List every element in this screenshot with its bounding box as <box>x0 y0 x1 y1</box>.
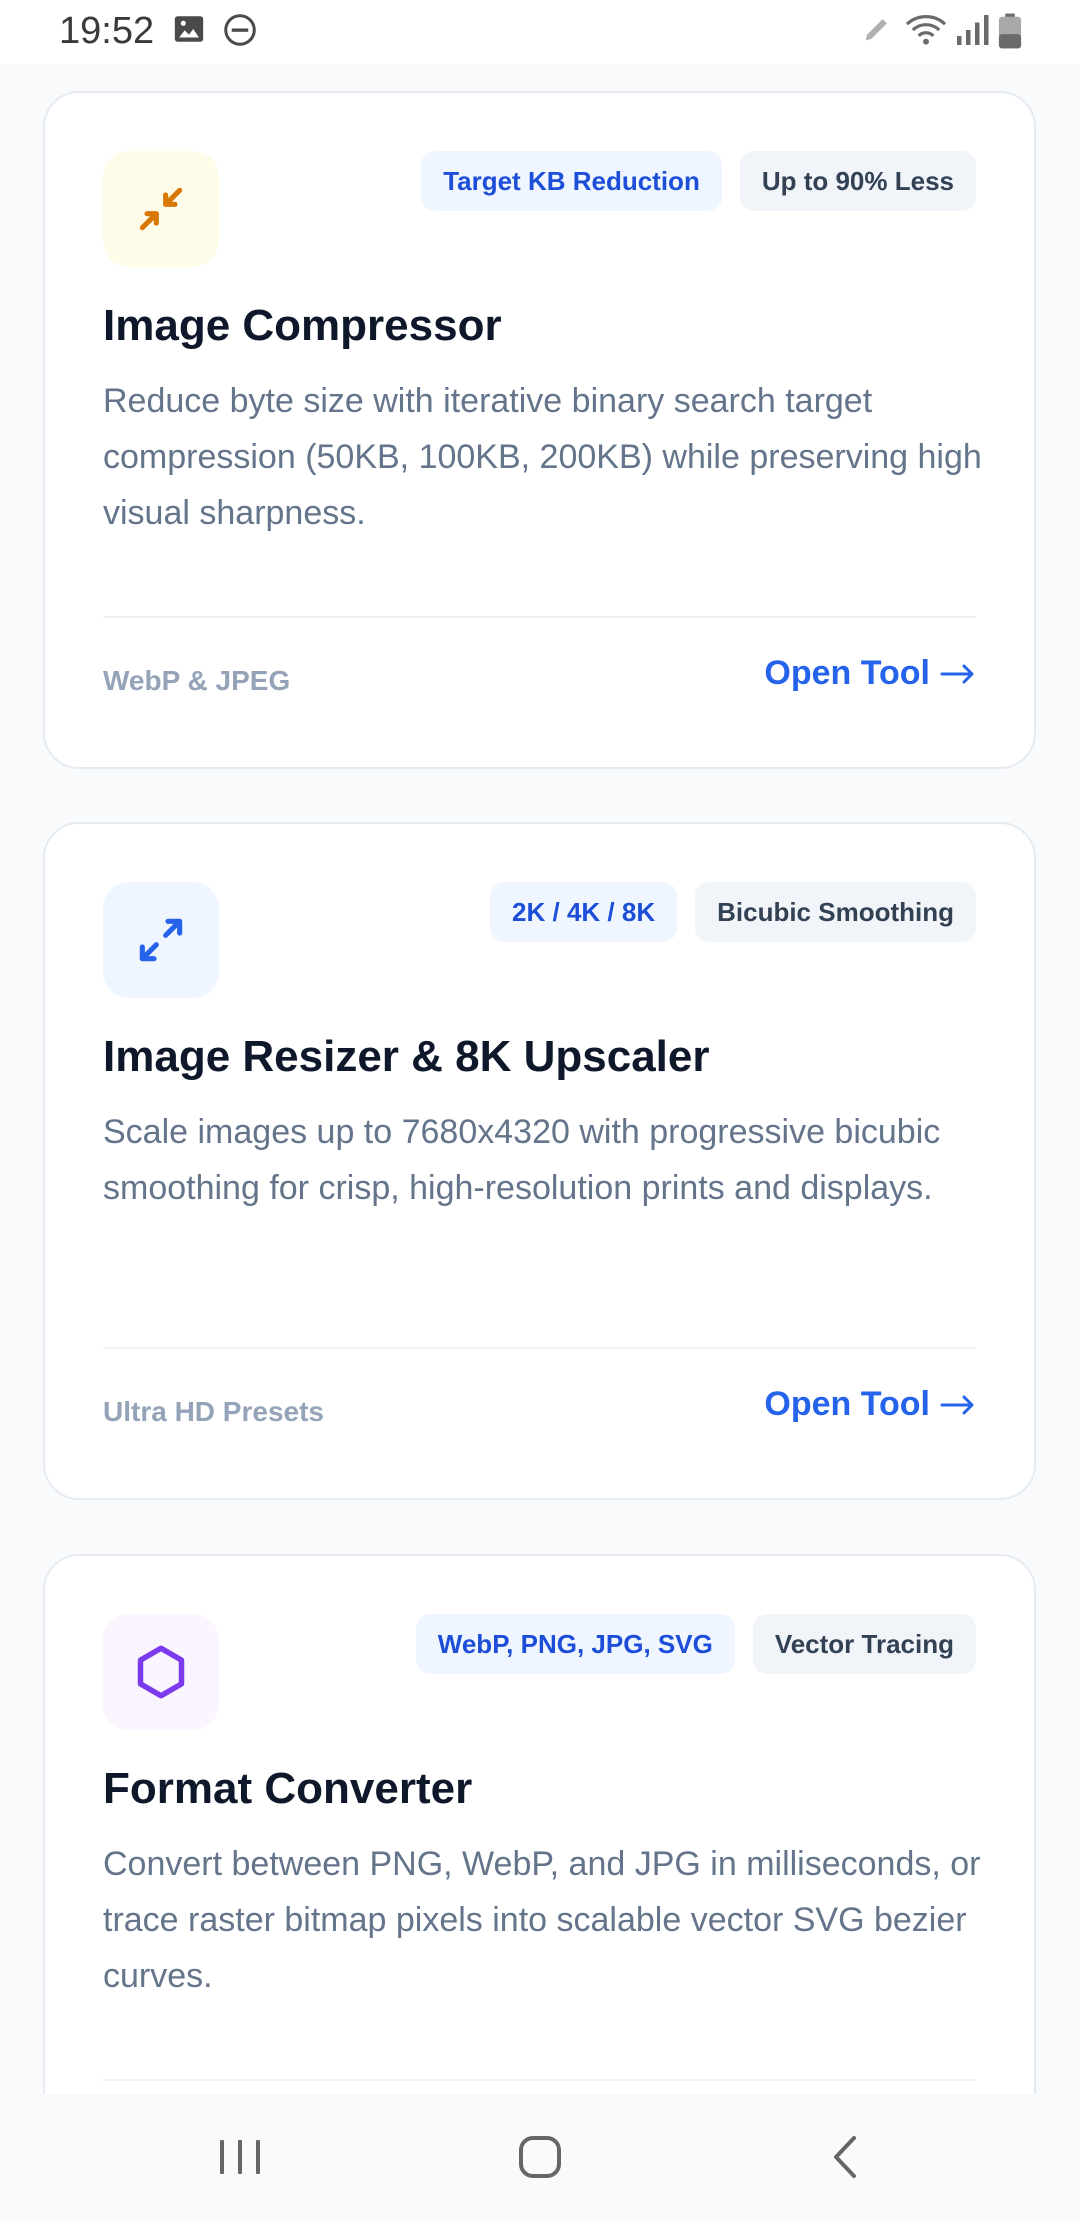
open-tool-label: Open Tool <box>764 654 930 692</box>
back-icon[interactable] <box>816 2132 876 2187</box>
wifi-icon <box>904 12 948 53</box>
card-icon-tile <box>103 1614 219 1730</box>
tag-badge: 2K / 4K / 8K <box>490 882 678 942</box>
do-not-disturb-icon <box>222 12 258 53</box>
tool-card-image-compressor[interactable]: Target KB Reduction Up to 90% Less Image… <box>43 91 1036 769</box>
arrow-right-icon <box>940 1395 974 1414</box>
status-time: 19:52 <box>59 10 155 52</box>
tool-card-image-resizer[interactable]: 2K / 4K / 8K Bicubic Smoothing Image Res… <box>43 822 1036 1500</box>
card-tags: 2K / 4K / 8K Bicubic Smoothing <box>490 882 976 942</box>
signal-icon <box>954 12 990 53</box>
card-footer-label: Ultra HD Presets <box>103 1396 324 1427</box>
card-description: Convert between PNG, WebP, and JPG in mi… <box>103 1845 981 1995</box>
open-tool-link[interactable]: Open Tool <box>764 654 976 693</box>
tool-card-format-converter[interactable]: WebP, PNG, JPG, SVG Vector Tracing Forma… <box>43 1554 1036 2094</box>
card-icon-tile <box>103 882 219 998</box>
hexagon-icon <box>137 1645 185 1699</box>
card-divider <box>103 2079 976 2081</box>
screen: 19:52 Target KB Reduction Up to 90% Less… <box>0 0 1080 2220</box>
image-icon <box>172 12 206 51</box>
status-bar: 19:52 <box>0 0 1080 64</box>
card-title: Image Resizer & 8K Upscaler <box>103 1032 710 1081</box>
tag-badge: Target KB Reduction <box>421 151 722 211</box>
navigation-bar <box>0 2094 1080 2220</box>
card-description: Reduce byte size with iterative binary s… <box>103 382 982 532</box>
tag-badge: Bicubic Smoothing <box>695 882 976 942</box>
home-icon[interactable] <box>510 2132 570 2187</box>
expand-arrows-icon <box>139 918 183 962</box>
tag-badge: WebP, PNG, JPG, SVG <box>415 1614 735 1674</box>
card-divider <box>103 616 976 618</box>
card-description: Scale images up to 7680x4320 with progre… <box>103 1113 941 1207</box>
card-title: Format Converter <box>103 1764 473 1813</box>
open-tool-label: Open Tool <box>764 1385 930 1423</box>
card-tags: WebP, PNG, JPG, SVG Vector Tracing <box>415 1614 976 1674</box>
arrow-right-icon <box>940 664 974 683</box>
tools-list[interactable]: Target KB Reduction Up to 90% Less Image… <box>0 64 1080 2094</box>
card-footer-label: WebP & JPEG <box>103 665 291 696</box>
card-icon-tile <box>103 151 219 267</box>
card-title: Image Compressor <box>103 301 502 350</box>
card-tags: Target KB Reduction Up to 90% Less <box>421 151 976 211</box>
battery-icon <box>996 12 1024 55</box>
tag-badge: Up to 90% Less <box>739 151 976 211</box>
recent-apps-icon[interactable] <box>210 2132 270 2187</box>
compress-arrows-icon <box>139 187 183 231</box>
tag-badge: Vector Tracing <box>752 1614 976 1674</box>
open-tool-link[interactable]: Open Tool <box>764 1385 976 1424</box>
card-divider <box>103 1347 976 1349</box>
pencil-icon <box>860 12 894 51</box>
